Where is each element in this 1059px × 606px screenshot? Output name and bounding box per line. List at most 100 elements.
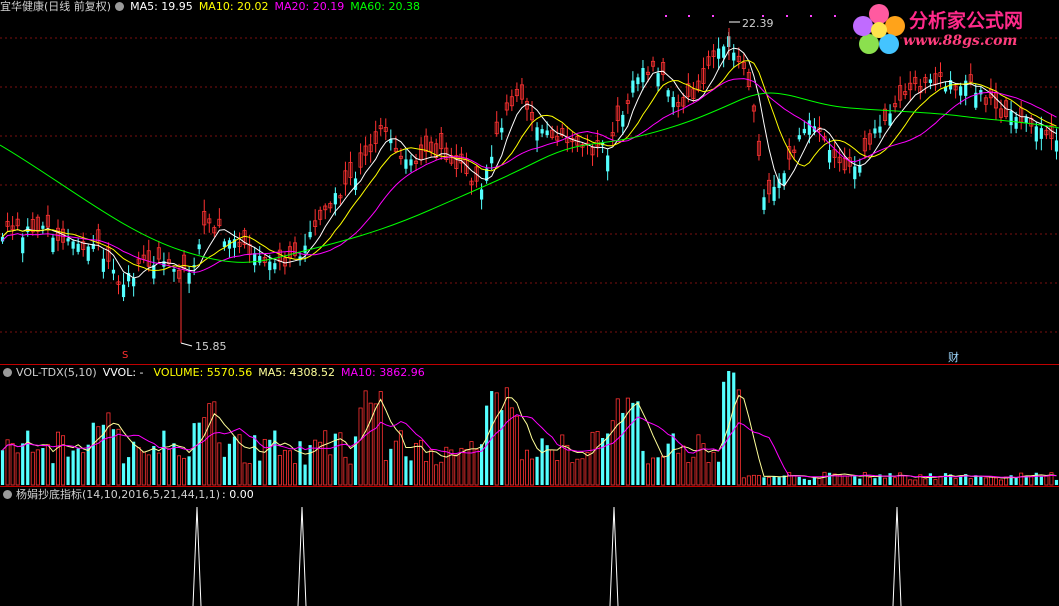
volume-value: VOLUME: 5570.56 xyxy=(153,366,253,379)
volume-bar xyxy=(368,402,373,486)
volume-bar xyxy=(893,477,898,486)
volume-chart[interactable] xyxy=(0,365,1059,487)
volume-bar xyxy=(429,449,434,486)
volume-bar xyxy=(55,431,60,486)
volume-bar xyxy=(756,475,761,486)
volume-bar xyxy=(227,443,232,485)
volume-bar xyxy=(601,437,605,485)
volume-bar xyxy=(923,478,928,486)
volume-bar xyxy=(333,433,337,485)
volume-bar xyxy=(519,459,524,486)
volume-bar xyxy=(646,463,651,486)
price-chart[interactable] xyxy=(0,0,1059,364)
volume-bar xyxy=(454,454,459,486)
volume-bar xyxy=(842,475,847,486)
candle-body xyxy=(197,244,201,250)
marker-dot xyxy=(834,15,836,17)
volume-bar xyxy=(913,479,918,486)
indicator-spike xyxy=(192,506,202,606)
volume-bar xyxy=(514,415,519,486)
candle-body xyxy=(353,178,358,190)
volume-bar xyxy=(858,478,862,485)
volume-bar xyxy=(1034,472,1038,485)
volume-bar xyxy=(772,476,776,485)
volume-bar xyxy=(132,441,136,485)
settings-circle-icon[interactable] xyxy=(115,2,125,11)
candle-body xyxy=(404,159,408,169)
candle-body xyxy=(656,73,660,87)
volume-bar xyxy=(434,464,439,486)
volume-bar xyxy=(570,462,575,486)
volume-bar xyxy=(524,449,529,486)
volume-bar xyxy=(636,401,640,485)
volume-bar xyxy=(993,477,998,486)
indicator-spike xyxy=(609,506,619,606)
volume-bar xyxy=(822,471,827,486)
volume-bar xyxy=(414,442,419,486)
volume-bar xyxy=(21,443,25,485)
candle-body xyxy=(409,159,413,166)
volume-bar xyxy=(313,439,318,486)
candle-body xyxy=(71,241,75,249)
candle-body xyxy=(732,52,736,61)
indicator-chart[interactable] xyxy=(0,487,1059,606)
volume-bar xyxy=(762,477,766,485)
candle-body xyxy=(490,156,494,164)
candle-body xyxy=(807,120,811,135)
volume-bar xyxy=(867,477,872,486)
finance-marker[interactable]: 财 xyxy=(948,349,959,364)
volume-bar xyxy=(691,456,696,486)
settings-circle-icon[interactable] xyxy=(3,490,12,499)
volume-bar xyxy=(656,457,660,485)
volume-bar xyxy=(615,398,620,486)
volume-bar xyxy=(45,444,50,486)
volume-bar xyxy=(953,478,958,486)
volume-bar xyxy=(277,454,282,486)
candle-body xyxy=(888,113,892,126)
volume-bar xyxy=(152,446,156,485)
candle-body xyxy=(671,97,675,108)
volume-bar xyxy=(988,476,993,486)
price-panel[interactable]: 宜华健康(日线 前复权) MA5: 19.95 MA10: 20.02 MA20: 2… xyxy=(0,0,1059,364)
volume-bar xyxy=(746,475,751,486)
candle-body xyxy=(1009,110,1013,126)
candle-body xyxy=(172,268,176,272)
candle-body xyxy=(636,77,640,85)
volume-bar xyxy=(258,460,262,485)
volume-indicator-name: VOL-TDX(5,10) xyxy=(16,366,97,379)
candle-body xyxy=(1054,140,1059,152)
volume-bar xyxy=(262,438,267,486)
indicator-header: 杨娟抄底指标(14,10,2016,5,21,44,1,1): 0.00 xyxy=(0,488,260,502)
volume-bar xyxy=(247,463,252,486)
candle-body xyxy=(873,128,877,134)
volume-bar xyxy=(696,434,701,486)
candle-body xyxy=(132,278,136,287)
volume-bar xyxy=(717,461,721,485)
volume-bar xyxy=(651,457,656,486)
low-price-label: 15.85 xyxy=(195,340,227,353)
candle-body xyxy=(121,284,126,298)
volume-bar xyxy=(631,402,635,485)
volume-bar xyxy=(959,475,963,485)
volume-bar xyxy=(928,473,933,485)
candle-body xyxy=(21,237,25,254)
volume-bar xyxy=(711,451,716,486)
volume-bar xyxy=(792,475,797,486)
volume-bar xyxy=(393,440,398,486)
candle-body xyxy=(641,67,645,83)
volume-bar xyxy=(177,455,182,486)
volume-bar xyxy=(121,463,126,485)
candle-body xyxy=(479,189,484,200)
flower-logo-icon xyxy=(853,4,905,54)
settings-circle-icon[interactable] xyxy=(3,368,12,377)
volume-bar xyxy=(545,445,549,485)
candle-body xyxy=(827,150,832,163)
indicator-panel[interactable]: 杨娟抄底指标(14,10,2016,5,21,44,1,1): 0.00 xyxy=(0,486,1059,606)
volume-bar xyxy=(282,449,287,486)
volume-panel[interactable]: VOL-TDX(5,10) VVOL: - VOLUME: 5570.56 MA5: … xyxy=(0,364,1059,487)
volume-bar xyxy=(1044,475,1049,486)
vol-ma5-value: MA5: 4308.52 xyxy=(258,366,335,379)
volume-bar xyxy=(207,403,212,486)
high-price-label: 22.39 xyxy=(742,17,774,30)
volume-bar xyxy=(999,479,1004,486)
